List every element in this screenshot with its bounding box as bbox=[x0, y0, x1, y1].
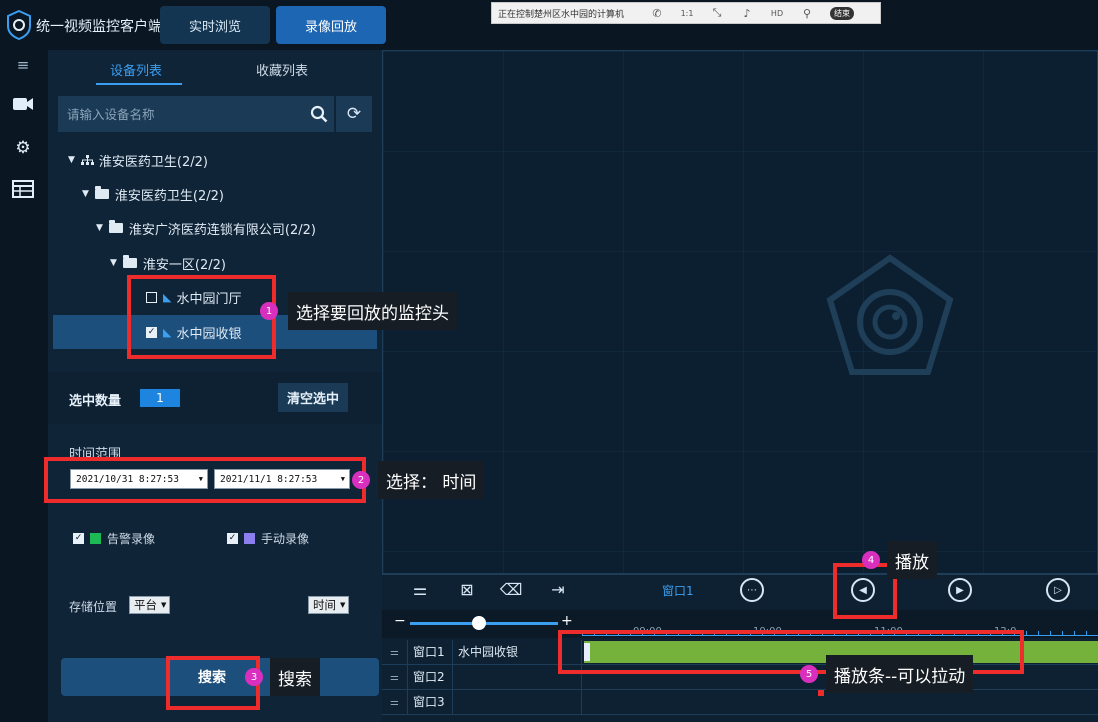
org-tree-icon bbox=[80, 154, 94, 165]
phone-icon[interactable]: ✆ bbox=[642, 7, 672, 20]
tree-node-label: 淮安医药卫生(2/2) bbox=[98, 154, 208, 170]
sync-playback-icon[interactable]: ⋯ bbox=[740, 578, 764, 602]
menu-icon[interactable]: ≡ bbox=[10, 56, 36, 78]
tree-node-label: 淮安广济医药连锁有限公司(2/2) bbox=[128, 222, 316, 238]
tab-live-view[interactable]: 实时浏览 bbox=[160, 6, 270, 44]
alarm-record-checkbox[interactable]: ✓ bbox=[73, 533, 84, 544]
close-all-icon[interactable]: ⊠ bbox=[454, 580, 480, 604]
zoom-out-icon[interactable]: − bbox=[394, 613, 406, 629]
zoom-in-icon[interactable]: + bbox=[561, 613, 573, 629]
dropdown-arrow-icon[interactable]: ▼ bbox=[161, 601, 166, 609]
track-handle-icon[interactable]: ⚌ bbox=[382, 690, 408, 715]
tab-playback[interactable]: 录像回放 bbox=[276, 6, 386, 44]
adjust-sliders-icon[interactable]: ⚌ bbox=[407, 580, 433, 604]
annotation-badge: 3 bbox=[245, 668, 263, 686]
settings-gear-icon[interactable]: ⚙ bbox=[10, 138, 36, 160]
app-title: 统一视频监控客户端 bbox=[36, 19, 162, 35]
track-row[interactable]: ⚌ 窗口3 bbox=[382, 690, 1098, 715]
sort-select[interactable]: 时间 ▼ bbox=[308, 596, 350, 614]
panel-tabs: 设备列表 收藏列表 bbox=[48, 50, 382, 86]
caret-down-icon[interactable]: ▼ bbox=[82, 189, 89, 199]
tree-node-level2[interactable]: ▼ 淮安医药卫生(2/2) bbox=[82, 183, 224, 205]
remote-control-bar: 正在控制楚州区水中园的计算机 ✆ 1:1 ⤡ ♪ HD ⚲ 结束 bbox=[491, 2, 881, 24]
active-window-label: 窗口1 bbox=[662, 584, 694, 598]
storage-location-value: 平台 bbox=[134, 598, 157, 612]
end-session-button[interactable]: 结束 bbox=[830, 6, 855, 20]
alarm-record-label: 告警录像 bbox=[107, 532, 156, 546]
step-forward-icon[interactable]: ▷ bbox=[1046, 578, 1070, 602]
alarm-record-option[interactable]: ✓ 告警录像 bbox=[73, 530, 155, 547]
sort-value: 时间 bbox=[313, 598, 336, 612]
tab-device-list[interactable]: 设备列表 bbox=[110, 60, 162, 79]
hd-button[interactable]: HD bbox=[762, 9, 792, 18]
watermark-camera-logo-icon bbox=[826, 254, 954, 375]
track-handle-icon[interactable]: ⚌ bbox=[382, 640, 408, 665]
folder-icon bbox=[108, 220, 123, 233]
tab-favorites[interactable]: 收藏列表 bbox=[256, 60, 308, 79]
manual-record-label: 手动录像 bbox=[261, 532, 310, 546]
tree-node-level4[interactable]: ▼ 淮安一区(2/2) bbox=[110, 252, 226, 274]
zoom-ratio-button[interactable]: 1:1 bbox=[672, 9, 702, 18]
app-logo-icon bbox=[7, 10, 31, 40]
search-icon[interactable] bbox=[310, 105, 328, 123]
camera-icon[interactable] bbox=[10, 96, 36, 118]
annotation-mark bbox=[818, 690, 824, 696]
play-icon[interactable]: ▶ bbox=[948, 578, 972, 602]
video-window[interactable] bbox=[382, 50, 1098, 574]
tree-node-label: 淮安一区(2/2) bbox=[142, 257, 226, 273]
annotation-badge: 4 bbox=[862, 551, 880, 569]
storage-location-select[interactable]: 平台 ▼ bbox=[129, 596, 171, 614]
device-search-input[interactable] bbox=[58, 96, 298, 132]
annotation-callout: 选择要回放的监控头 bbox=[288, 292, 457, 330]
clear-brush-icon[interactable]: ⌫ bbox=[498, 580, 524, 604]
caret-down-icon[interactable]: ▼ bbox=[68, 155, 75, 165]
caret-down-icon[interactable]: ▼ bbox=[96, 223, 103, 233]
manual-record-option[interactable]: ✓ 手动录像 bbox=[227, 530, 309, 547]
annotation-box-search bbox=[166, 656, 260, 710]
active-tab-underline bbox=[96, 83, 182, 85]
dropdown-arrow-icon[interactable]: ▼ bbox=[340, 601, 345, 609]
device-search-box bbox=[58, 96, 334, 132]
remote-control-text: 正在控制楚州区水中园的计算机 bbox=[498, 9, 625, 20]
annotation-badge: 5 bbox=[800, 665, 818, 683]
folder-icon bbox=[94, 186, 109, 199]
annotation-callout: 搜索 bbox=[270, 658, 320, 696]
annotation-callout: 选择： 时间 bbox=[378, 461, 485, 499]
selected-count-label: 选中数量 bbox=[69, 394, 122, 409]
volume-icon[interactable]: ♪ bbox=[732, 7, 762, 20]
annotation-box-time bbox=[44, 457, 366, 503]
shrink-icon[interactable]: ⤡ bbox=[702, 6, 732, 20]
track-window: 窗口3 bbox=[408, 690, 453, 715]
track-window: 窗口2 bbox=[408, 665, 453, 690]
annotation-callout: 播放 bbox=[887, 541, 937, 579]
annotation-badge: 1 bbox=[260, 302, 278, 320]
selected-count-value: 1 bbox=[140, 389, 180, 407]
folder-icon bbox=[122, 255, 137, 268]
left-rail: ≡ ⚙ bbox=[0, 50, 48, 722]
track-window: 窗口1 bbox=[408, 640, 453, 665]
alarm-color-swatch bbox=[90, 533, 101, 544]
caret-down-icon[interactable]: ▼ bbox=[110, 258, 117, 268]
refresh-icon[interactable]: ⟳ bbox=[336, 96, 372, 132]
merge-arrow-icon[interactable]: ⇥ bbox=[545, 580, 571, 604]
tree-node-level3[interactable]: ▼ 淮安广济医药连锁有限公司(2/2) bbox=[96, 217, 316, 239]
video-grid-background bbox=[383, 51, 1097, 573]
tree-node-label: 淮安医药卫生(2/2) bbox=[114, 188, 224, 204]
zoom-slider-knob[interactable] bbox=[472, 616, 486, 630]
track-handle-icon[interactable]: ⚌ bbox=[382, 665, 408, 690]
grid-layout-icon[interactable] bbox=[10, 180, 36, 202]
manual-color-swatch bbox=[244, 533, 255, 544]
annotation-callout: 播放条--可以拉动 bbox=[826, 655, 974, 693]
track-camera bbox=[453, 690, 582, 715]
storage-location-label: 存储位置 bbox=[69, 600, 118, 614]
manual-record-checkbox[interactable]: ✓ bbox=[227, 533, 238, 544]
clear-selection-button[interactable]: 清空选中 bbox=[278, 383, 348, 412]
annotation-badge: 2 bbox=[352, 471, 370, 489]
tree-node-root[interactable]: ▼ 淮安医药卫生(2/2) bbox=[68, 149, 208, 171]
pin-icon[interactable]: ⚲ bbox=[792, 7, 822, 20]
annotation-box-camera bbox=[127, 275, 276, 359]
